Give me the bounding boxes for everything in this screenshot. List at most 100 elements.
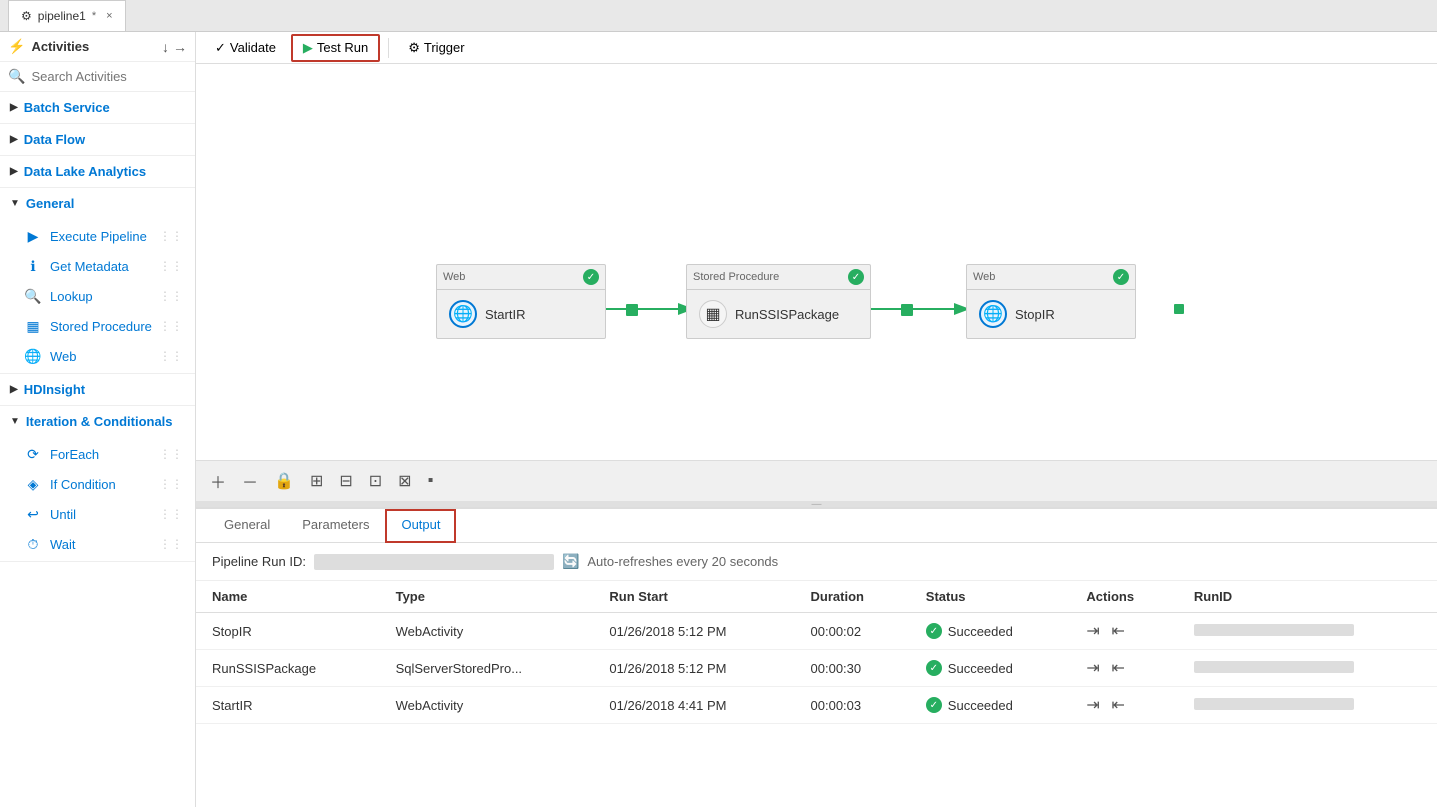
row1-action-output[interactable]: ⇤ [1111,623,1124,640]
stored-procedure-label: Stored Procedure [50,319,152,334]
results-table: Name Type Run Start Duration Status Acti… [196,581,1437,807]
tab-general-label: General [224,517,270,532]
sidebar-category-data-lake: ▶ Data Lake Analytics [0,156,195,188]
tab-general[interactable]: General [208,509,286,542]
row3-action-output[interactable]: ⇤ [1111,697,1124,714]
sidebar-item-until[interactable]: ↩ Until ⋮⋮ [0,499,195,529]
connectors-svg [196,64,1437,460]
row3-action-input[interactable]: ⇥ [1086,697,1099,714]
add-tool[interactable]: ＋ [206,467,230,495]
if-condition-drag: ⋮⋮ [159,477,183,491]
row3-actions: ⇥ ⇤ [1070,687,1177,724]
table-row: StartIR WebActivity 01/26/2018 4:41 PM 0… [196,687,1437,724]
data-flow-header[interactable]: ▶ Data Flow [0,124,195,155]
tab-parameters[interactable]: Parameters [286,509,385,542]
data-flow-label: Data Flow [24,132,85,147]
trigger-label: Trigger [424,40,465,55]
refresh-icon[interactable]: 🔄 [562,553,579,570]
lock-tool[interactable]: 🔒 [270,469,298,493]
row2-action-input[interactable]: ⇥ [1086,660,1099,677]
sidebar-item-execute-pipeline[interactable]: ▶ Execute Pipeline ⋮⋮ [0,221,195,251]
data-lake-header[interactable]: ▶ Data Lake Analytics [0,156,195,187]
pipeline-tab[interactable]: ⚙ pipeline1 true * × [8,0,126,31]
node-runssispackage-success: ✓ [848,269,864,285]
fit-tool-1[interactable]: ⊞ [306,469,327,493]
tab-close-button[interactable]: × [106,10,112,22]
sidebar-item-stored-procedure[interactable]: ▦ Stored Procedure ⋮⋮ [0,311,195,341]
wait-drag: ⋮⋮ [159,537,183,551]
canvas-area: ✓ Validate ▶ Test Run ⚙ Trigger [196,32,1437,807]
node-startir-type: Web [443,271,465,283]
hdinsight-header[interactable]: ▶ HDInsight [0,374,195,405]
expand-icon[interactable]: → [173,39,187,55]
validate-button[interactable]: ✓ Validate [204,35,287,61]
trigger-button[interactable]: ⚙ Trigger [397,35,475,61]
node-stopir-body: 🌐 StopIR [967,290,1135,338]
fit-tool-2[interactable]: ⊟ [335,469,356,493]
row1-runid-value [1194,624,1354,636]
stored-procedure-icon: ▦ [24,317,42,335]
row1-action-input[interactable]: ⇥ [1086,623,1099,640]
subtract-tool[interactable]: － [238,467,262,495]
search-box: 🔍 [0,62,195,92]
lookup-drag: ⋮⋮ [159,289,183,303]
output-table: Name Type Run Start Duration Status Acti… [196,581,1437,724]
search-input[interactable] [31,69,187,84]
fit-tool-3[interactable]: ⊡ [365,469,386,493]
tab-output[interactable]: Output [385,509,456,543]
table-row: RunSSISPackage SqlServerStoredPro... 01/… [196,650,1437,687]
lookup-left: 🔍 Lookup [24,287,93,305]
iteration-header[interactable]: ▼ Iteration & Conditionals [0,406,195,437]
node-runssispackage[interactable]: Stored Procedure ✓ ▦ RunSSISPackage [686,264,871,339]
execute-pipeline-icon: ▶ [24,227,42,245]
col-run-start: Run Start [593,581,794,613]
sidebar-category-general: ▼ General ▶ Execute Pipeline ⋮⋮ ℹ Get Me… [0,188,195,374]
foreach-left: ⟳ ForEach [24,445,99,463]
row1-actions: ⇥ ⇤ [1070,613,1177,650]
get-metadata-drag: ⋮⋮ [159,259,183,273]
sidebar-item-get-metadata[interactable]: ℹ Get Metadata ⋮⋮ [0,251,195,281]
web-label: Web [50,349,77,364]
general-items: ▶ Execute Pipeline ⋮⋮ ℹ Get Metadata ⋮⋮ … [0,219,195,373]
get-metadata-label: Get Metadata [50,259,129,274]
lookup-label: Lookup [50,289,93,304]
validate-label: Validate [230,40,276,55]
grid-tool[interactable]: ▪ [424,470,438,492]
row1-duration: 00:00:02 [795,613,910,650]
table-row: StopIR WebActivity 01/26/2018 5:12 PM 00… [196,613,1437,650]
pipeline-icon: ⚙ [21,9,32,23]
tab-bar: ⚙ pipeline1 true * × [0,0,1437,32]
sidebar-header-actions: ↓ → [162,39,187,55]
collapse-icon[interactable]: ↓ [162,39,169,55]
auto-refresh-label: Auto-refreshes every 20 seconds [587,554,778,569]
tab-label: pipeline1 [38,9,86,23]
row1-runid [1178,613,1437,650]
node-startir[interactable]: Web ✓ 🌐 StartIR [436,264,606,339]
test-run-button[interactable]: ▶ Test Run [291,34,380,62]
col-type: Type [380,581,594,613]
test-run-label: Test Run [317,40,368,55]
execute-pipeline-left: ▶ Execute Pipeline [24,227,147,245]
node-stopir[interactable]: Web ✓ 🌐 StopIR [966,264,1136,339]
iteration-items: ⟳ ForEach ⋮⋮ ◈ If Condition ⋮⋮ ↩ Until [0,437,195,561]
tab-modified-indicator: * [92,10,96,22]
sidebar-item-web[interactable]: 🌐 Web ⋮⋮ [0,341,195,371]
sidebar-item-foreach[interactable]: ⟳ ForEach ⋮⋮ [0,439,195,469]
sidebar-category-hdinsight: ▶ HDInsight [0,374,195,406]
row1-status-icon: ✓ [926,623,942,639]
row2-action-output[interactable]: ⇤ [1111,660,1124,677]
lookup-icon: 🔍 [24,287,42,305]
fit-tool-4[interactable]: ⊠ [394,469,415,493]
bottom-panel: General Parameters Output Pipeline Run I… [196,507,1437,807]
sidebar-item-wait[interactable]: ⏱ Wait ⋮⋮ [0,529,195,559]
row1-run-start: 01/26/2018 5:12 PM [593,613,794,650]
if-condition-label: If Condition [50,477,116,492]
if-condition-icon: ◈ [24,475,42,493]
foreach-drag: ⋮⋮ [159,447,183,461]
stored-procedure-left: ▦ Stored Procedure [24,317,152,335]
batch-service-header[interactable]: ▶ Batch Service [0,92,195,123]
sidebar-item-if-condition[interactable]: ◈ If Condition ⋮⋮ [0,469,195,499]
pipeline-run-id-label: Pipeline Run ID: [212,554,306,569]
general-header[interactable]: ▼ General [0,188,195,219]
sidebar-item-lookup[interactable]: 🔍 Lookup ⋮⋮ [0,281,195,311]
